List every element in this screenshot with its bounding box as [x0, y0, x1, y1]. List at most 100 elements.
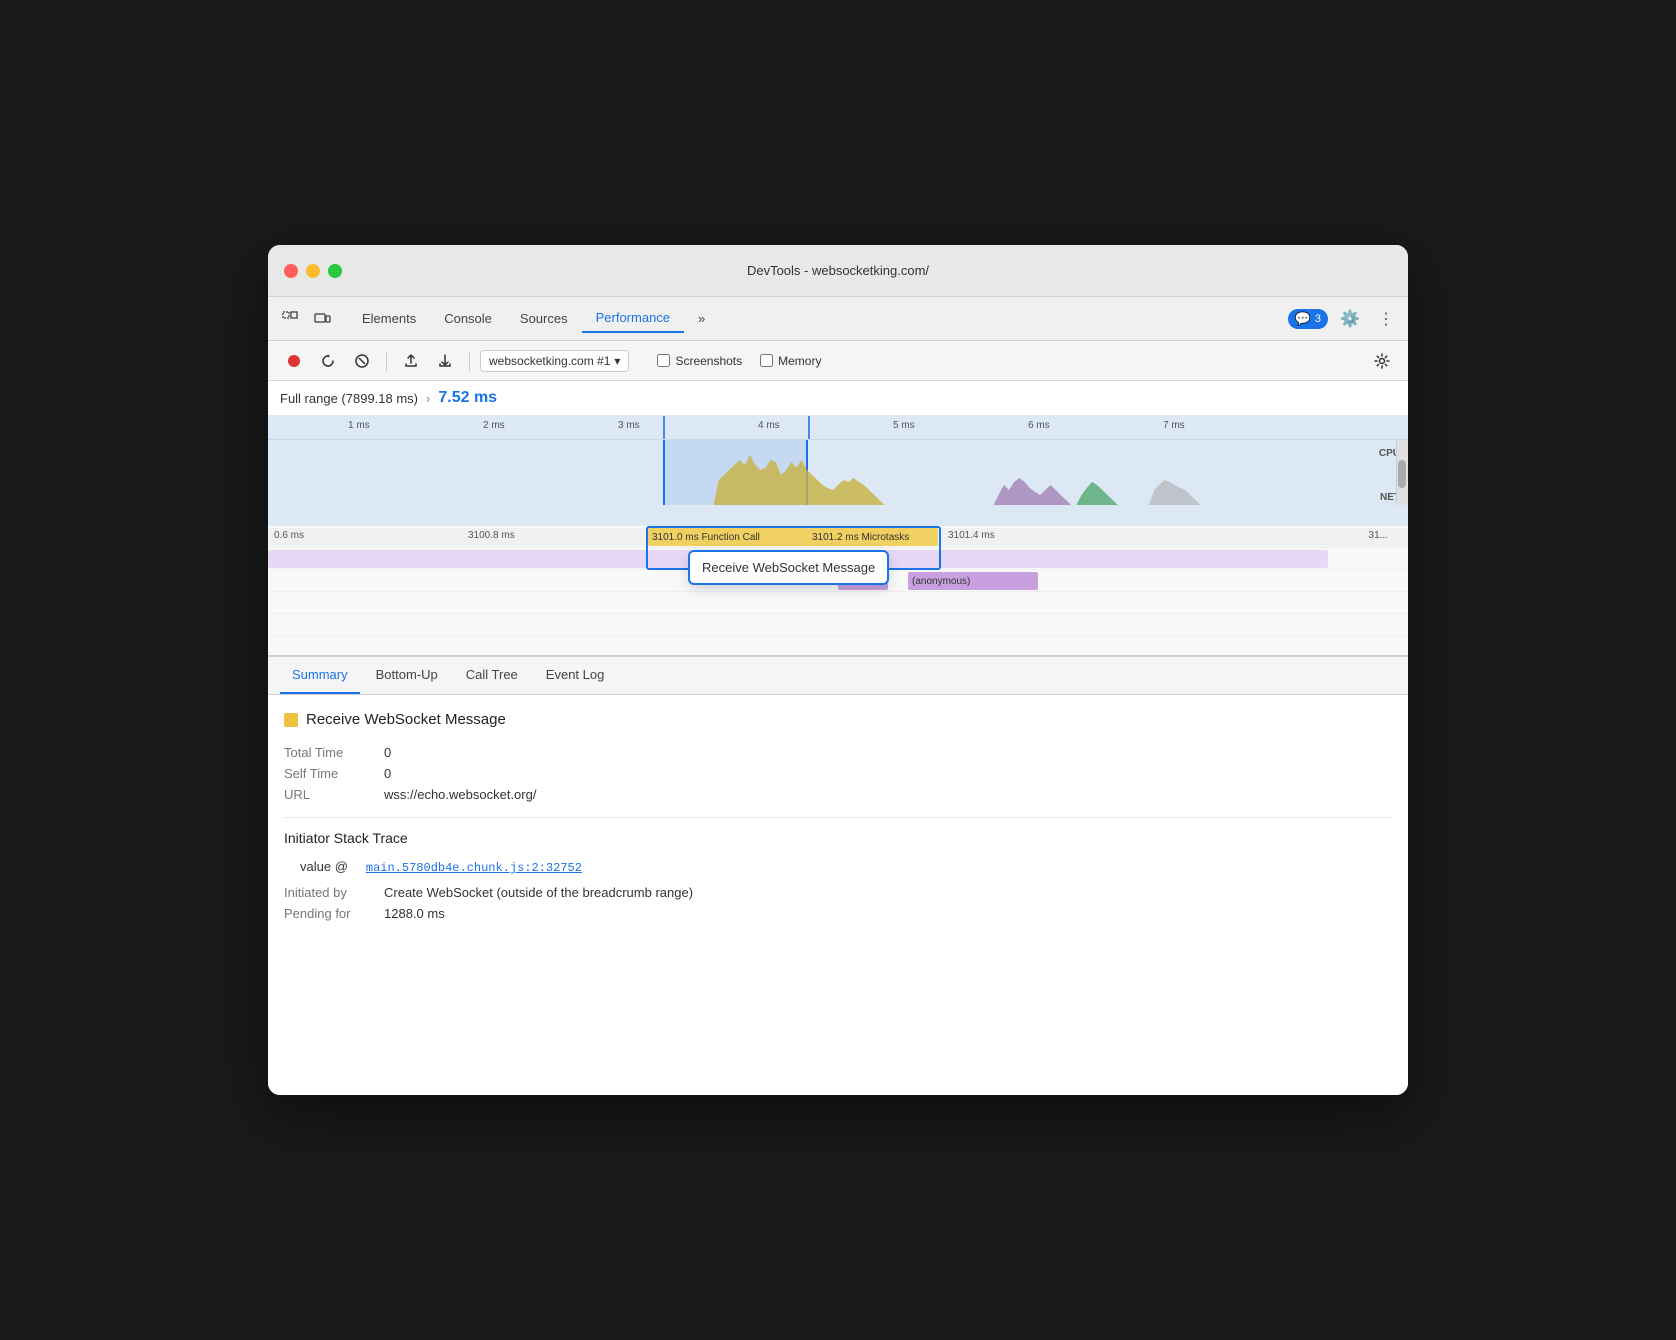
- tab-bar: Elements Console Sources Performance » 💬…: [268, 297, 1408, 341]
- toolbar-right: [1368, 347, 1396, 375]
- summary-divider: [284, 817, 1392, 818]
- tab-sources[interactable]: Sources: [506, 305, 582, 332]
- event-title-text: Receive WebSocket Message: [306, 711, 506, 728]
- timeline-ruler: 1 ms 2 ms 3 ms 4 ms 5 ms 6 ms 7 ms: [268, 416, 1408, 440]
- pending-for-value: 1288.0 ms: [384, 906, 445, 921]
- clear-button[interactable]: [348, 347, 376, 375]
- tick-4ms: 4 ms: [758, 420, 780, 431]
- upload-button[interactable]: [397, 347, 425, 375]
- close-button[interactable]: [284, 264, 298, 278]
- total-time-label: Total Time: [284, 745, 374, 760]
- tab-list: Elements Console Sources Performance »: [348, 304, 1288, 333]
- tab-elements[interactable]: Elements: [348, 305, 430, 332]
- url-row: URL wss://echo.websocket.org/: [284, 784, 1392, 805]
- initiated-by-label: Initiated by: [284, 885, 374, 900]
- purple-bar-left[interactable]: [268, 550, 648, 568]
- inspector-icon[interactable]: [276, 305, 304, 333]
- event-color-dot: [284, 713, 298, 727]
- capture-settings-button[interactable]: [1368, 347, 1396, 375]
- cpu-chart-svg: [268, 440, 1408, 505]
- summary-panel: Receive WebSocket Message Total Time 0 S…: [268, 695, 1408, 1095]
- tick-3ms: 3 ms: [618, 420, 640, 431]
- memory-checkbox[interactable]: [760, 354, 773, 367]
- microtasks-bar[interactable]: 3101.2 ms Microtasks: [808, 528, 938, 546]
- tab-bottom-up[interactable]: Bottom-Up: [364, 659, 450, 694]
- initiated-by-row: Initiated by Create WebSocket (outside o…: [284, 882, 1392, 903]
- title-bar: DevTools - websocketking.com/: [268, 245, 1408, 297]
- tab-more[interactable]: »: [684, 305, 719, 332]
- tab-bar-icons: [276, 305, 336, 333]
- pending-for-label: Pending for: [284, 906, 374, 921]
- reload-profile-button[interactable]: [314, 347, 342, 375]
- traffic-lights: [284, 264, 342, 278]
- maximize-button[interactable]: [328, 264, 342, 278]
- flame-row-5: [268, 614, 1408, 636]
- tick-5ms: 5 ms: [893, 420, 915, 431]
- screenshots-label[interactable]: Screenshots: [675, 354, 742, 368]
- anonymous-bar[interactable]: (anonymous): [908, 572, 1038, 590]
- screenshots-checkbox[interactable]: [657, 354, 670, 367]
- chevron-down-icon: ▾: [614, 354, 620, 368]
- tab-summary[interactable]: Summary: [280, 659, 360, 694]
- memory-label[interactable]: Memory: [778, 354, 821, 368]
- more-icon[interactable]: ⋮: [1372, 305, 1400, 333]
- tick-6ms: 6 ms: [1028, 420, 1050, 431]
- memory-checkbox-group: Memory: [760, 354, 821, 368]
- tooltip-text: Receive WebSocket Message: [702, 560, 875, 575]
- tab-event-log[interactable]: Event Log: [534, 659, 617, 694]
- stack-entry-row: value @ main.5780db4e.chunk.js:2:32752: [300, 856, 1392, 878]
- url-label: URL: [284, 787, 374, 802]
- overview-minimap[interactable]: 1 ms 2 ms 3 ms 4 ms 5 ms 6 ms 7 ms: [268, 416, 1408, 526]
- flame-chart[interactable]: 0.6 ms 3100.8 ms 3101.0 ms Function Call…: [268, 526, 1408, 656]
- tick-2ms: 2 ms: [483, 420, 505, 431]
- screenshots-checkbox-group: Screenshots: [657, 354, 742, 368]
- message-badge[interactable]: 💬 3: [1288, 309, 1328, 329]
- flame-row-4: [268, 592, 1408, 614]
- summary-event-title: Receive WebSocket Message: [284, 711, 1392, 728]
- pending-for-row: Pending for 1288.0 ms: [284, 903, 1392, 924]
- tick-3101-4ms: 3101.4 ms: [948, 530, 995, 541]
- selected-range: 7.52 ms: [438, 389, 497, 407]
- settings-icon[interactable]: ⚙️: [1336, 305, 1364, 333]
- stack-entry-label: value @: [300, 859, 348, 874]
- tab-console[interactable]: Console: [430, 305, 506, 332]
- tab-bar-right: 💬 3 ⚙️ ⋮: [1288, 305, 1400, 333]
- bottom-tab-bar: Summary Bottom-Up Call Tree Event Log: [268, 657, 1408, 695]
- devtools-window: DevTools - websocketking.com/ Elements C…: [268, 245, 1408, 1095]
- tick-7ms: 7 ms: [1163, 420, 1185, 431]
- tick-31-end: 31...: [1369, 530, 1388, 541]
- minimize-button[interactable]: [306, 264, 320, 278]
- initiator-title: Initiator Stack Trace: [284, 830, 1392, 846]
- download-button[interactable]: [431, 347, 459, 375]
- marker-right: [808, 416, 810, 439]
- scrollbar-track[interactable]: [1396, 440, 1408, 505]
- toolbar-divider-2: [469, 351, 470, 371]
- marker-left: [663, 416, 665, 439]
- tab-performance[interactable]: Performance: [582, 304, 684, 333]
- function-call-label: 3101.0 ms Function Call: [652, 532, 760, 543]
- flame-row-1: 0.6 ms 3100.8 ms 3101.0 ms Function Call…: [268, 526, 1408, 548]
- performance-toolbar: websocketking.com #1 ▾ Screenshots Memor…: [268, 341, 1408, 381]
- function-call-bar[interactable]: 3101.0 ms Function Call: [648, 528, 808, 546]
- cpu-chart: CPU NET: [268, 440, 1408, 505]
- target-selector[interactable]: websocketking.com #1 ▾: [480, 350, 629, 372]
- url-value: wss://echo.websocket.org/: [384, 787, 536, 802]
- tab-call-tree[interactable]: Call Tree: [454, 659, 530, 694]
- anonymous-label: (anonymous): [912, 576, 970, 587]
- window-title: DevTools - websocketking.com/: [747, 263, 929, 278]
- initiated-by-value: Create WebSocket (outside of the breadcr…: [384, 885, 693, 900]
- tick-0-6ms: 0.6 ms: [274, 530, 304, 541]
- tick-3100-8ms: 3100.8 ms: [468, 530, 515, 541]
- device-icon[interactable]: [308, 305, 336, 333]
- total-time-value: 0: [384, 745, 391, 760]
- stack-link[interactable]: main.5780db4e.chunk.js:2:32752: [366, 861, 582, 875]
- record-button[interactable]: [280, 347, 308, 375]
- flame-tooltip: Receive WebSocket Message: [688, 550, 889, 585]
- scrollbar-thumb[interactable]: [1398, 460, 1406, 488]
- self-time-row: Self Time 0: [284, 763, 1392, 784]
- range-arrow: ›: [426, 391, 430, 406]
- total-time-row: Total Time 0: [284, 742, 1392, 763]
- range-bar: Full range (7899.18 ms) › 7.52 ms: [268, 381, 1408, 416]
- tick-1ms: 1 ms: [348, 420, 370, 431]
- full-range-label: Full range (7899.18 ms): [280, 391, 418, 406]
